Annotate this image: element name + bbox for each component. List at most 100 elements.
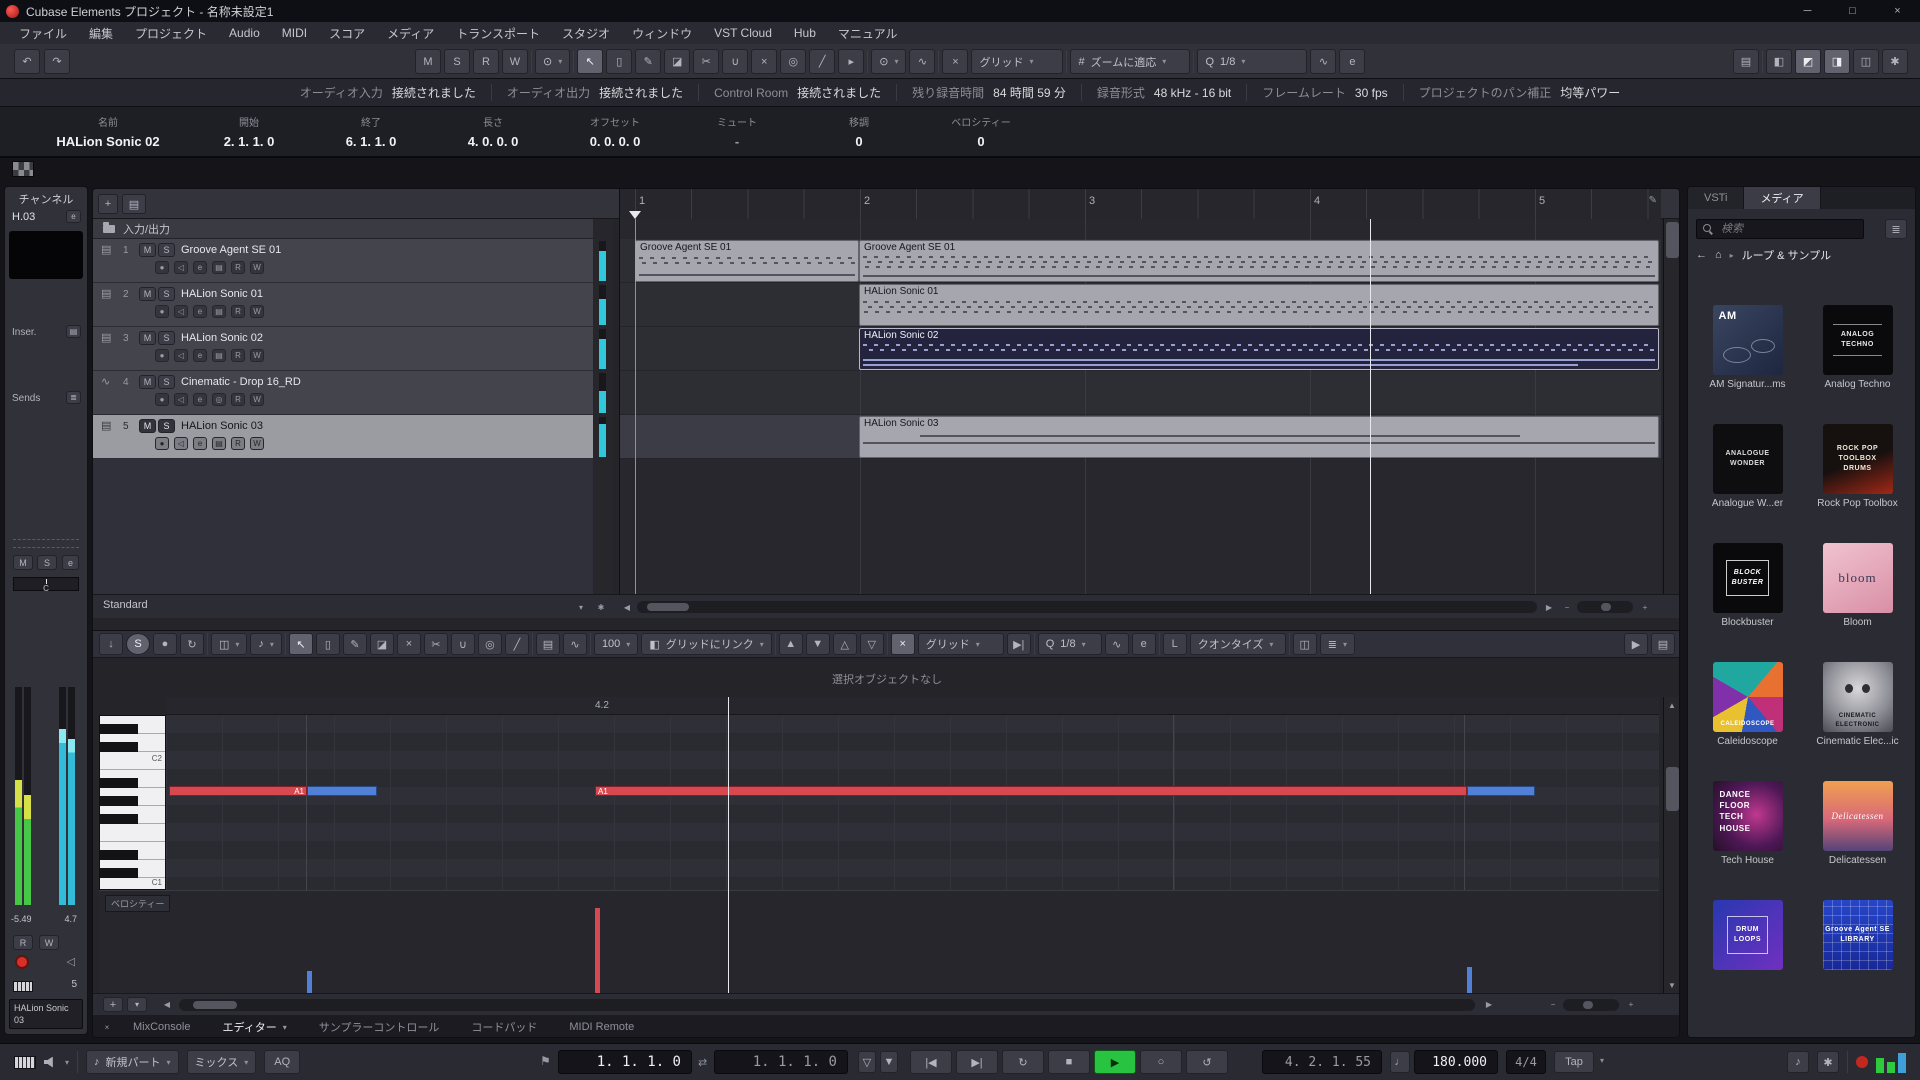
menu-vst-cloud[interactable]: VST Cloud — [703, 26, 783, 40]
play-button[interactable]: ▶ — [1094, 1050, 1136, 1074]
freeze-button[interactable]: ◎ — [212, 393, 226, 406]
cycle-button[interactable]: ↻ — [1002, 1050, 1044, 1074]
midi-clip-halion-03[interactable]: HALion Sonic 03 — [859, 416, 1659, 458]
part-list-dropdown[interactable]: ≣ — [1320, 633, 1355, 655]
scroll-down-icon[interactable]: ▼ — [1664, 977, 1680, 993]
media-tile-analogue-wonder[interactable]: ANALOGUE WONDERAnalogue W...er — [1705, 424, 1791, 509]
media-breadcrumb[interactable]: ループ & サンプル — [1742, 247, 1831, 263]
track-mute-button[interactable]: M — [139, 243, 156, 257]
velocity-bar-red[interactable] — [595, 908, 600, 993]
inserts-button[interactable]: ▤ — [66, 325, 81, 338]
editor-range-tool[interactable]: ▯ — [316, 633, 340, 655]
home-icon[interactable]: ⌂ — [1715, 249, 1722, 261]
tab-media[interactable]: メディア — [1744, 187, 1820, 209]
swing-stepper[interactable]: 100 — [594, 633, 638, 655]
write-button[interactable]: W — [250, 349, 264, 362]
length-q-button[interactable]: L — [1163, 633, 1187, 655]
menu-media[interactable]: メディア — [376, 25, 445, 42]
midi-note-blue[interactable] — [307, 786, 377, 796]
edit-channel-button[interactable]: e — [193, 437, 207, 450]
scroll-left-icon[interactable]: ◀ — [159, 996, 175, 1012]
tempo-display[interactable]: 180.000 — [1414, 1050, 1498, 1074]
monitor-button[interactable]: ◁ — [174, 437, 188, 450]
tap-tempo-button[interactable]: Tap — [1554, 1051, 1594, 1073]
track-mute-button[interactable]: M — [139, 419, 156, 433]
menu-score[interactable]: スコア — [318, 25, 376, 42]
preset-dropdown-caret-icon[interactable]: ▾ — [573, 599, 589, 615]
move-down-button[interactable]: ▼ — [806, 633, 830, 655]
go-to-end-button[interactable]: ▶| — [956, 1050, 998, 1074]
media-search-box[interactable] — [1696, 219, 1864, 239]
punch-out-button[interactable]: ▼ — [880, 1051, 898, 1073]
track-row-halion-01[interactable]: ▤ 2 M S HALion Sonic 01 ● ◁ e ▤ R W — [93, 283, 613, 327]
record-arm-button[interactable]: ● — [155, 305, 169, 318]
edit-channel-button[interactable]: e — [66, 210, 81, 223]
velocity-lane-label[interactable]: ベロシティー — [105, 895, 170, 912]
menu-audio[interactable]: Audio — [218, 26, 271, 40]
tab-midi-remote[interactable]: MIDI Remote — [555, 1021, 648, 1033]
aq-button[interactable]: AQ — [264, 1050, 300, 1074]
info-name[interactable]: 名前HALion Sonic 02 — [28, 107, 188, 156]
right-zone-toggle[interactable]: ◨ — [1824, 49, 1850, 74]
primary-time-display[interactable]: 1. 1. 1. 0 — [558, 1050, 692, 1074]
info-end[interactable]: 終了6. 1. 1. 0 — [310, 107, 432, 156]
auto-scroll-button[interactable]: ↓ — [99, 633, 123, 655]
solo-editor-button[interactable]: S — [126, 633, 150, 655]
scroll-left-icon[interactable]: ◀ — [619, 599, 635, 615]
track-solo-button[interactable]: S — [158, 375, 175, 389]
editor-erase-tool[interactable]: ◪ — [370, 633, 394, 655]
zoom-preset-dropdown[interactable]: #ズームに適応 — [1070, 49, 1190, 74]
read-button[interactable]: R — [231, 261, 245, 274]
editor-ruler[interactable]: 4.2 — [166, 697, 1659, 715]
read-button[interactable]: R — [231, 305, 245, 318]
mini-grid-icon[interactable] — [12, 161, 34, 177]
editor-draw-tool[interactable]: ✎ — [343, 633, 367, 655]
tab-editor[interactable]: エディター — [208, 1019, 300, 1035]
metronome-click-button[interactable]: ♪ — [1787, 1051, 1809, 1073]
zoom-in-icon[interactable]: + — [1623, 996, 1639, 1012]
read-button[interactable]: R — [231, 349, 245, 362]
time-exchange-icon[interactable]: ⇄ — [698, 1056, 707, 1069]
mixconsole-zone-toggle[interactable]: ◫ — [1853, 49, 1879, 74]
media-tile-tech-house[interactable]: DANCE FLOOR TECH HOUSETech House — [1705, 781, 1791, 866]
lower-zone-toggle[interactable]: ◩ — [1795, 49, 1821, 74]
marker-flag-icon[interactable]: ⚑ — [540, 1054, 551, 1068]
tab-sampler-control[interactable]: サンプラーコントロール — [305, 1019, 454, 1035]
editor-image-button[interactable]: ▤ — [536, 633, 560, 655]
editor-object-selection-tool[interactable]: ↖ — [289, 633, 313, 655]
draw-tool[interactable]: ✎ — [635, 49, 661, 74]
editor-horizontal-scrollbar[interactable] — [179, 999, 1475, 1011]
record-arm-button[interactable]: ● — [155, 261, 169, 274]
midi-clip-halion-02-selected[interactable]: HALion Sonic 02 — [859, 328, 1659, 370]
instrument-button[interactable]: ▤ — [212, 437, 226, 450]
close-lower-zone-icon[interactable]: × — [99, 1019, 115, 1035]
track-visibility-button[interactable]: ▤ — [122, 194, 146, 214]
read-button[interactable]: R — [231, 393, 245, 406]
maximize-button[interactable]: □ — [1830, 0, 1875, 22]
quantize-dropdown[interactable]: Q1/8 — [1197, 49, 1307, 74]
add-lane-button[interactable]: + — [103, 997, 123, 1012]
media-tile-caleidoscope[interactable]: CALEIDOSCOPECaleidoscope — [1705, 662, 1791, 747]
quantize-panel-button[interactable]: e — [1339, 49, 1365, 74]
info-velocity[interactable]: ベロシティー0 — [920, 107, 1042, 156]
write-button[interactable]: W — [250, 393, 264, 406]
info-offset[interactable]: オフセット0. 0. 0. 0 — [554, 107, 676, 156]
menu-manual[interactable]: マニュアル — [827, 25, 909, 42]
track-row-cinematic-drop[interactable]: ∿ 4 M S Cinematic - Drop 16_RD ● ◁ e ◎ R… — [93, 371, 613, 415]
mute-tool[interactable]: × — [751, 49, 777, 74]
track-row-groove-agent[interactable]: ▤ 1 M S Groove Agent SE 01 ● ◁ e ▤ R W — [93, 239, 613, 283]
erase-tool[interactable]: ◪ — [664, 49, 690, 74]
left-zone-toggle[interactable]: ◧ — [1766, 49, 1792, 74]
redo-button[interactable]: ↷ — [44, 49, 70, 74]
monitor-button[interactable]: ◁ — [174, 349, 188, 362]
media-tile-cinematic-electronic[interactable]: CINEMATIC ELECTRONICCinematic Elec...ic — [1815, 662, 1901, 747]
timeline-ruler[interactable]: 1 2 3 4 5 ✎ — [619, 189, 1661, 219]
track-mute-button[interactable]: M — [139, 287, 156, 301]
black-key[interactable] — [100, 814, 138, 824]
black-key[interactable] — [100, 742, 138, 752]
editor-glue-tool[interactable]: ∪ — [451, 633, 475, 655]
record-arm-button-active[interactable]: ● — [155, 437, 169, 450]
track-solo-button[interactable]: S — [158, 287, 175, 301]
track-row-halion-02[interactable]: ▤ 3 M S HALion Sonic 02 ● ◁ e ▤ R W — [93, 327, 613, 371]
record-arm-button[interactable]: ● — [155, 349, 169, 362]
